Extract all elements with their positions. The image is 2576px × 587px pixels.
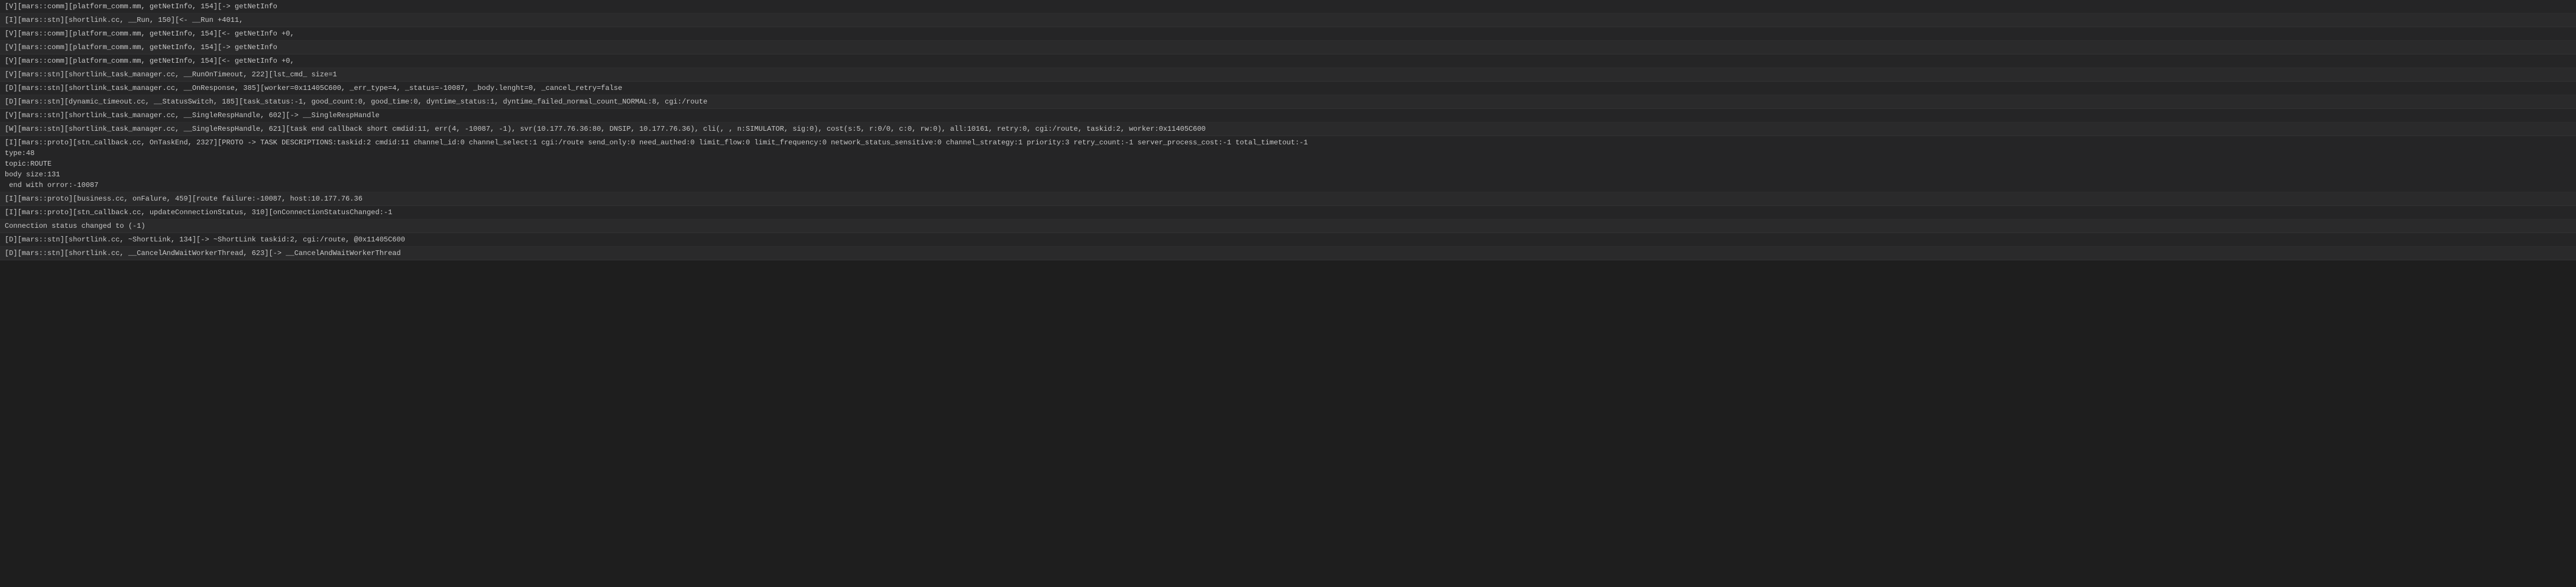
log-row[interactable]: [I][mars::proto][business.cc, onFalure, … xyxy=(0,192,2576,206)
log-row[interactable]: [D][mars::stn][shortlink_task_manager.cc… xyxy=(0,82,2576,95)
log-row[interactable]: [V][mars::comm][platform_comm.mm, getNet… xyxy=(0,54,2576,68)
log-text: [V][mars::stn][shortlink_task_manager.cc… xyxy=(5,111,380,120)
log-row[interactable]: [V][mars::comm][platform_comm.mm, getNet… xyxy=(0,41,2576,54)
log-row[interactable]: [V][mars::stn][shortlink_task_manager.cc… xyxy=(0,109,2576,122)
log-text: [D][mars::stn][shortlink.cc, ~ShortLink,… xyxy=(5,236,405,244)
log-text: [V][mars::comm][platform_comm.mm, getNet… xyxy=(5,57,295,65)
log-row[interactable]: [V][mars::comm][platform_comm.mm, getNet… xyxy=(0,27,2576,41)
log-text: [W][mars::stn][shortlink_task_manager.cc… xyxy=(5,125,1206,133)
log-row[interactable]: Connection status changed to (-1) xyxy=(0,220,2576,233)
log-row[interactable]: [I][mars::stn][shortlink.cc, __Run, 150]… xyxy=(0,14,2576,27)
log-text: [I][mars::proto][business.cc, onFalure, … xyxy=(5,195,363,203)
log-text: [V][mars::comm][platform_comm.mm, getNet… xyxy=(5,43,277,51)
log-row[interactable]: [I][mars::proto][stn_callback.cc, update… xyxy=(0,206,2576,220)
log-text: [I][mars::stn][shortlink.cc, __Run, 150]… xyxy=(5,16,243,24)
log-row[interactable]: [D][mars::stn][shortlink.cc, __CancelAnd… xyxy=(0,247,2576,260)
log-text: [D][mars::stn][dynamic_timeout.cc, __Sta… xyxy=(5,98,707,106)
log-row[interactable]: [D][mars::stn][dynamic_timeout.cc, __Sta… xyxy=(0,95,2576,109)
log-text: [D][mars::stn][shortlink.cc, __CancelAnd… xyxy=(5,249,401,257)
log-text: [I][mars::proto][stn_callback.cc, OnTask… xyxy=(5,138,1308,189)
log-row[interactable]: [W][mars::stn][shortlink_task_manager.cc… xyxy=(0,122,2576,136)
log-row[interactable]: [V][mars::comm][platform_comm.mm, getNet… xyxy=(0,0,2576,14)
log-text: [V][mars::comm][platform_comm.mm, getNet… xyxy=(5,2,277,11)
log-text: [V][mars::comm][platform_comm.mm, getNet… xyxy=(5,30,295,38)
log-text: [V][mars::stn][shortlink_task_manager.cc… xyxy=(5,70,337,79)
log-text: [I][mars::proto][stn_callback.cc, update… xyxy=(5,208,392,217)
log-row[interactable]: [V][mars::stn][shortlink_task_manager.cc… xyxy=(0,68,2576,82)
log-container: [V][mars::comm][platform_comm.mm, getNet… xyxy=(0,0,2576,260)
log-row[interactable]: [D][mars::stn][shortlink.cc, ~ShortLink,… xyxy=(0,233,2576,247)
log-row[interactable]: [I][mars::proto][stn_callback.cc, OnTask… xyxy=(0,136,2576,192)
log-text: Connection status changed to (-1) xyxy=(5,222,145,230)
log-text: [D][mars::stn][shortlink_task_manager.cc… xyxy=(5,84,622,92)
